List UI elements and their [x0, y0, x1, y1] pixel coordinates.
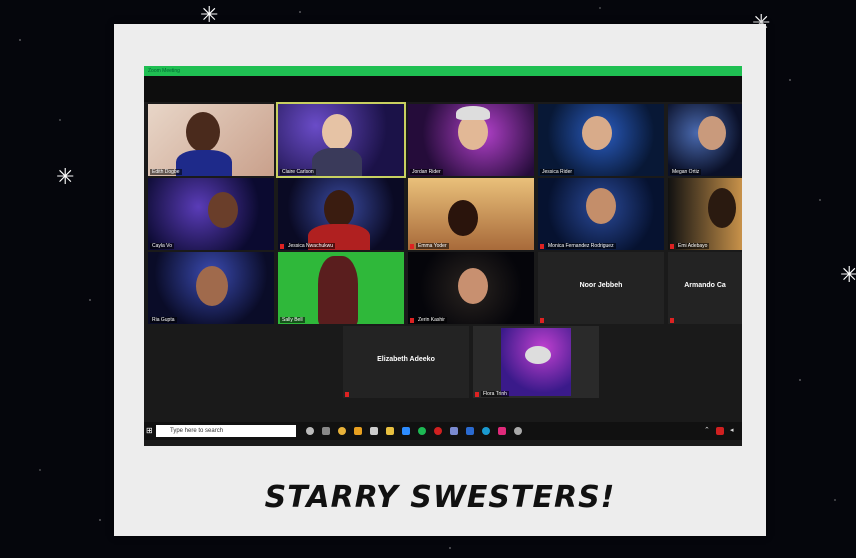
app-icon[interactable] [354, 427, 362, 435]
mic-muted-icon [345, 392, 349, 397]
mic-muted-icon [410, 244, 414, 249]
participant-video [448, 200, 478, 236]
participant-video [586, 188, 616, 224]
participant-video [708, 188, 736, 228]
video-tile[interactable]: Armando Ca [668, 252, 742, 324]
video-tile[interactable]: Megan Ortiz [668, 104, 742, 176]
video-tile[interactable]: Jessica Rider [538, 104, 664, 176]
participant-name: Elizabeth Adeeko [377, 356, 435, 363]
mic-muted-icon [475, 392, 479, 397]
taskbar-search-input[interactable]: Type here to search [156, 425, 296, 437]
sparkle-icon: ✳ [840, 262, 856, 287]
participant-video [312, 148, 362, 176]
participant-video [456, 106, 490, 120]
participant-name: Edith Dogbe [150, 169, 182, 175]
video-tile[interactable]: Elizabeth Adeeko [343, 326, 469, 398]
app-icon[interactable] [434, 427, 442, 435]
app-icon[interactable] [370, 427, 378, 435]
window-title: Zoom Meeting [148, 68, 180, 74]
sparkle-icon: ✳ [56, 164, 75, 189]
zoom-icon[interactable] [402, 427, 410, 435]
participant-name: Zerin Kashir [416, 317, 447, 323]
participant-name: Claire Carlson [280, 169, 316, 175]
video-tile[interactable]: Zerin Kashir [408, 252, 534, 324]
edge-icon[interactable] [482, 427, 490, 435]
mic-muted-icon [540, 244, 544, 249]
participant-name: Noor Jebbeh [579, 282, 623, 289]
video-tile[interactable]: Jordan Rider [408, 104, 534, 176]
video-tile[interactable]: Noor Jebbeh [538, 252, 664, 324]
participant-video [525, 346, 551, 364]
windows-taskbar: ⊞ Type here to search ⌃ ◂ [144, 422, 742, 440]
app-icon[interactable] [466, 427, 474, 435]
volume-icon[interactable]: ◂ [730, 426, 734, 434]
participant-name: Flora Trinh [481, 391, 509, 397]
spotify-icon[interactable] [418, 427, 426, 435]
mic-muted-icon [280, 244, 284, 249]
polaroid-caption: STARRY SWESTERS! [264, 480, 616, 515]
participant-name: Jessica Rider [540, 169, 575, 175]
participant-video [208, 192, 238, 228]
video-tile[interactable]: Emma Yoder [408, 178, 534, 250]
participant-video [458, 268, 488, 304]
cortana-icon[interactable] [306, 427, 314, 435]
participant-video [324, 190, 354, 228]
app-icon[interactable] [716, 427, 724, 435]
settings-icon[interactable] [514, 427, 522, 435]
participant-name: Emi Adebayo [676, 243, 710, 249]
video-tile[interactable]: Monica Fernandez Rodriguez [538, 178, 664, 250]
mic-muted-icon [670, 318, 674, 323]
video-tile[interactable]: Sally Bell [278, 252, 404, 324]
mic-muted-icon [540, 318, 544, 323]
participant-video [176, 150, 232, 176]
mic-muted-icon [670, 244, 674, 249]
chevron-up-icon[interactable]: ⌃ [704, 426, 710, 434]
participant-name: Emma Yoder [416, 243, 449, 249]
video-tile[interactable]: Emi Adebayo [668, 178, 742, 250]
app-icon[interactable] [450, 427, 458, 435]
polaroid-frame: Zoom Meeting Edith Dogbe Claire Carlson … [114, 24, 766, 536]
file-explorer-icon[interactable] [386, 427, 394, 435]
meeting-header [144, 76, 742, 102]
slack-icon[interactable] [498, 427, 506, 435]
participant-video [186, 112, 220, 152]
mic-muted-icon [410, 318, 414, 323]
participant-name: Monica Fernandez Rodriguez [546, 243, 616, 249]
video-tile[interactable]: Ria Gupta [148, 252, 274, 324]
participant-name: Cayla Vo [150, 243, 175, 249]
participant-name: Sally Bell [280, 317, 305, 323]
chrome-icon[interactable] [338, 427, 346, 435]
participant-video [582, 116, 612, 150]
video-tile[interactable]: Jessica Nwachukwu [278, 178, 404, 250]
video-tile[interactable]: Claire Carlson [276, 102, 406, 178]
windows-start-icon[interactable]: ⊞ [146, 426, 153, 435]
video-tile[interactable]: Edith Dogbe [148, 104, 274, 176]
video-tile[interactable]: Cayla Vo [148, 178, 274, 250]
participant-name: Jessica Nwachukwu [286, 243, 336, 249]
participant-video [698, 116, 726, 150]
participant-name: Megan Ortiz [670, 169, 702, 175]
video-tile[interactable]: Flora Trinh [473, 326, 599, 398]
zoom-window: Zoom Meeting Edith Dogbe Claire Carlson … [144, 66, 742, 446]
participant-name: Armando Ca [684, 282, 726, 289]
task-view-icon[interactable] [322, 427, 330, 435]
participant-video [196, 266, 228, 306]
participant-video [318, 256, 358, 324]
participant-name: Ria Gupta [150, 317, 177, 323]
participant-video [322, 114, 352, 150]
window-titlebar[interactable]: Zoom Meeting [144, 66, 742, 76]
participant-name: Jordan Rider [410, 169, 443, 175]
sparkle-icon: ✳ [200, 2, 219, 27]
